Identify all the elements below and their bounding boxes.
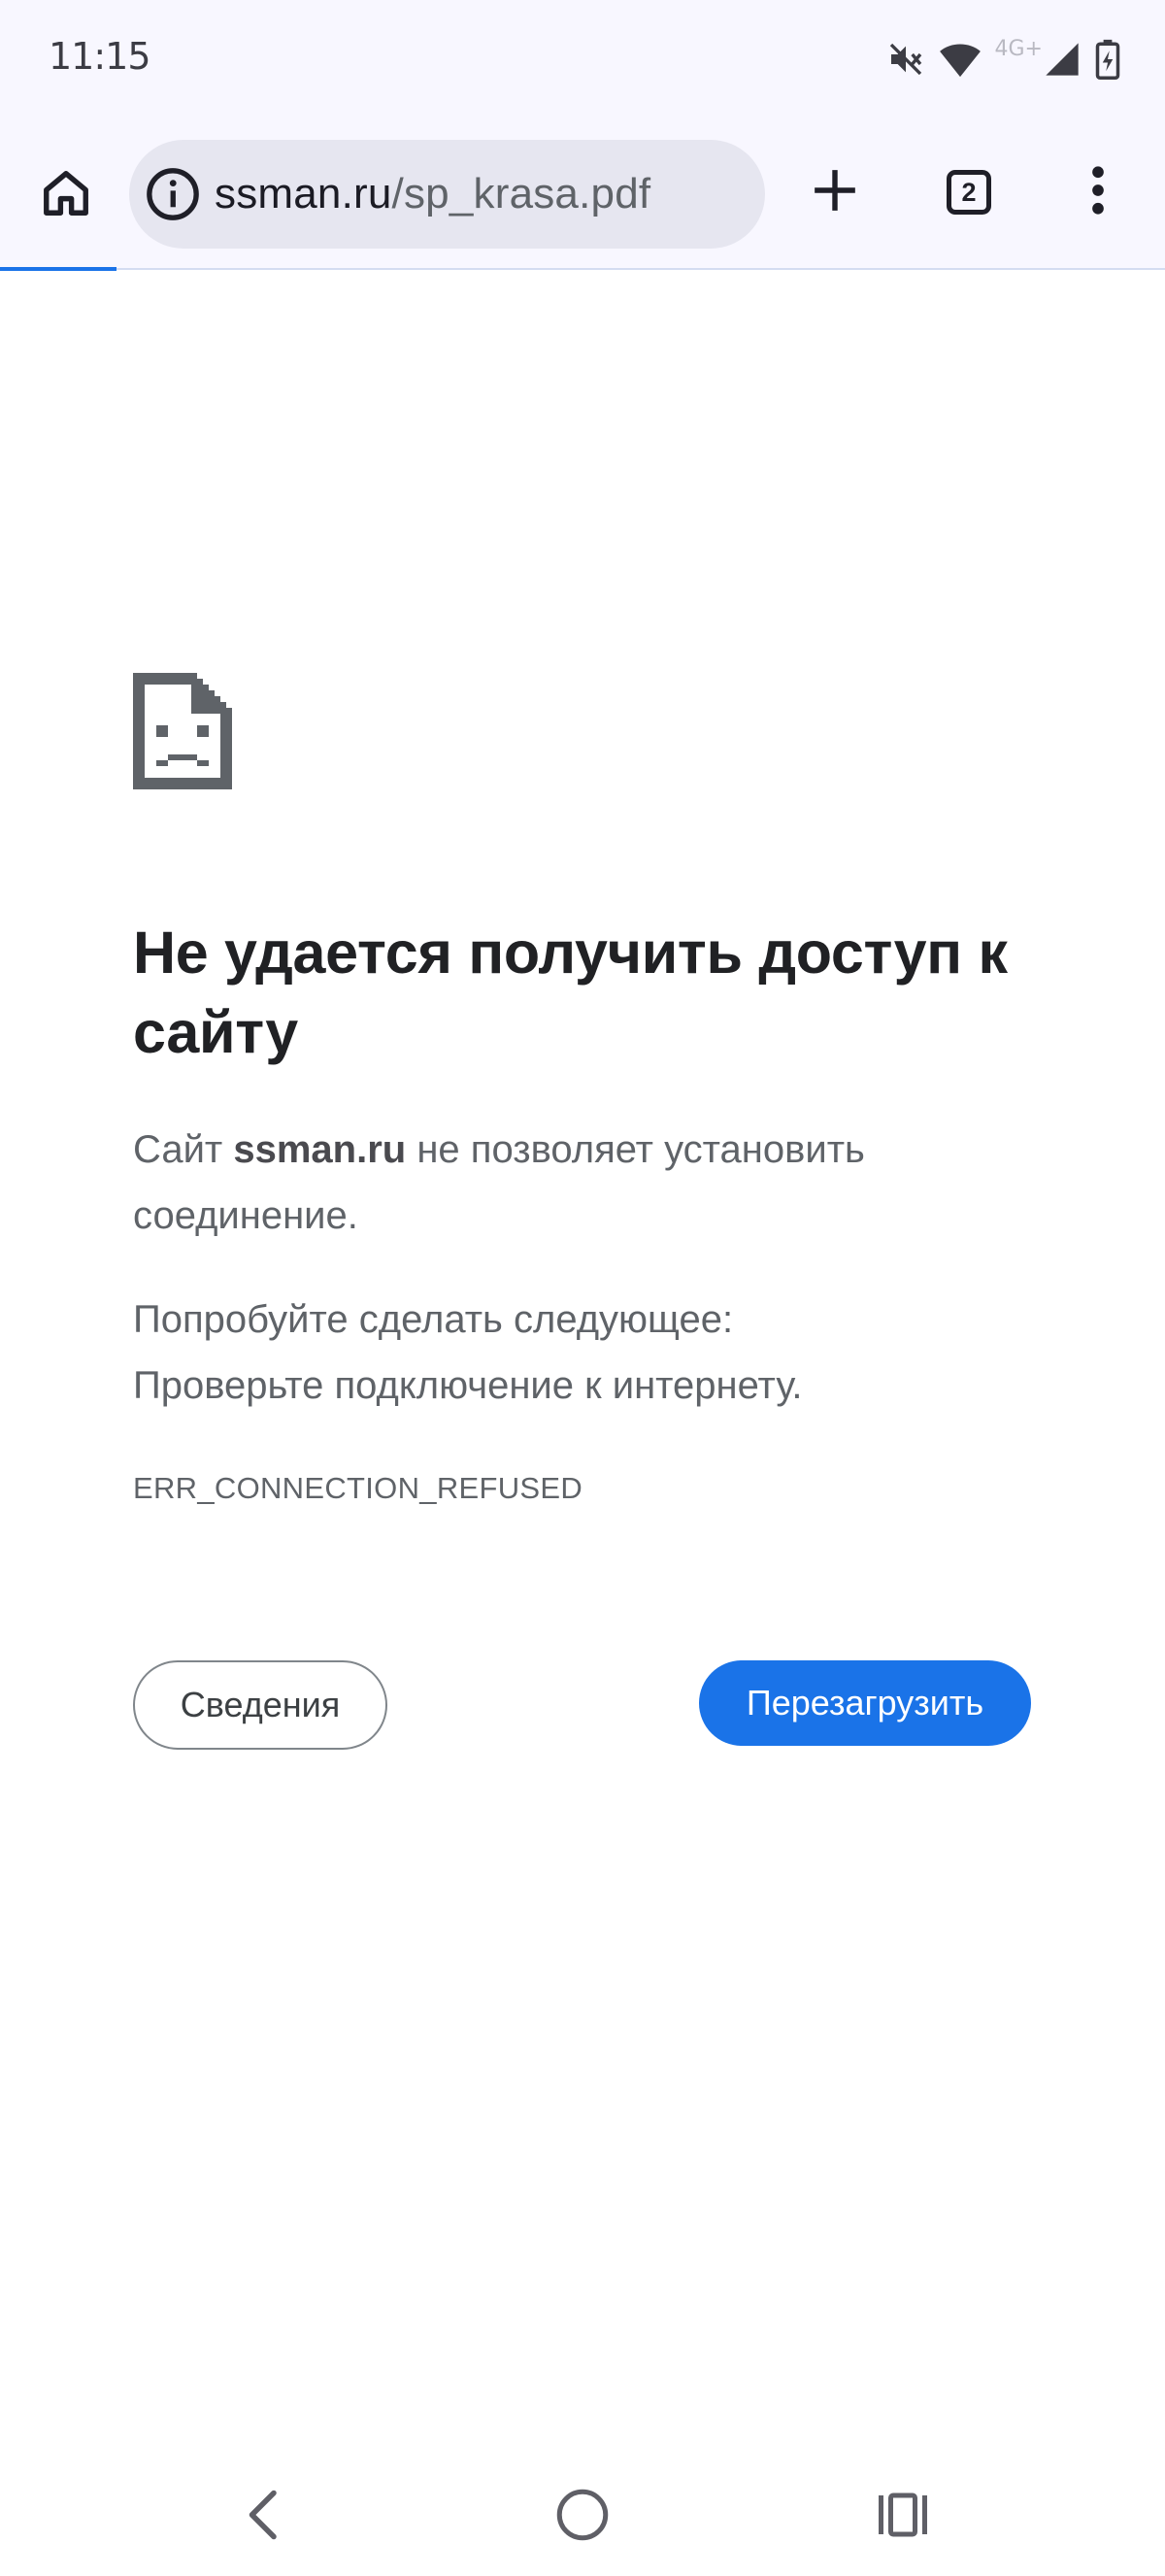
- toolbar-divider: [0, 268, 1165, 270]
- error-title: Не удается получить доступ к сайту: [133, 920, 1008, 1065]
- suggestions-heading: Попробуйте сделать следующее:: [133, 1298, 734, 1341]
- system-nav-bar: [0, 2466, 1165, 2576]
- suggestions: Попробуйте сделать следующее: Проверьте …: [133, 1287, 1046, 1419]
- error-description: Сайт ssman.ru не позволяет установить со…: [133, 1117, 1046, 1249]
- status-bar: 11:15 4G+: [0, 0, 1165, 121]
- recents-icon[interactable]: [874, 2486, 932, 2544]
- tabs-icon: 2: [947, 170, 991, 215]
- home-circle-icon[interactable]: [553, 2486, 612, 2544]
- url-path: /sp_krasa.pdf: [391, 170, 651, 217]
- back-icon[interactable]: [240, 2486, 288, 2544]
- wifi-icon: [939, 40, 982, 79]
- status-time: 11:15: [49, 35, 151, 78]
- details-button[interactable]: Сведения: [133, 1660, 387, 1750]
- plus-icon: [811, 166, 859, 219]
- tab-switcher-button[interactable]: 2: [932, 155, 1006, 229]
- reload-button[interactable]: Перезагрузить: [699, 1660, 1031, 1746]
- network-type-label: 4G+: [994, 37, 1043, 61]
- more-vert-icon: [1091, 165, 1105, 219]
- new-tab-button[interactable]: [798, 155, 872, 229]
- mute-icon: [886, 40, 925, 79]
- url-host: ssman.ru: [215, 170, 392, 217]
- tab-count: 2: [961, 177, 977, 207]
- error-desc-prefix: Сайт: [133, 1128, 234, 1171]
- more-menu-button[interactable]: [1068, 155, 1128, 229]
- error-desc-host: ssman.ru: [233, 1128, 407, 1171]
- url-text[interactable]: ssman.ru/sp_krasa.pdf: [215, 170, 650, 218]
- sad-page-icon: [133, 672, 232, 790]
- suggestion-item: Проверьте подключение к интернету.: [133, 1364, 803, 1407]
- signal-icon: [1043, 40, 1082, 79]
- error-code: ERR_CONNECTION_REFUSED: [133, 1471, 583, 1505]
- home-button[interactable]: [31, 160, 101, 230]
- status-icons: 4G+: [886, 37, 1120, 82]
- home-icon: [40, 167, 92, 224]
- info-icon[interactable]: [145, 166, 201, 222]
- battery-icon: [1095, 39, 1120, 80]
- load-progress-bar: [0, 267, 116, 271]
- address-bar[interactable]: ssman.ru/sp_krasa.pdf: [129, 140, 765, 249]
